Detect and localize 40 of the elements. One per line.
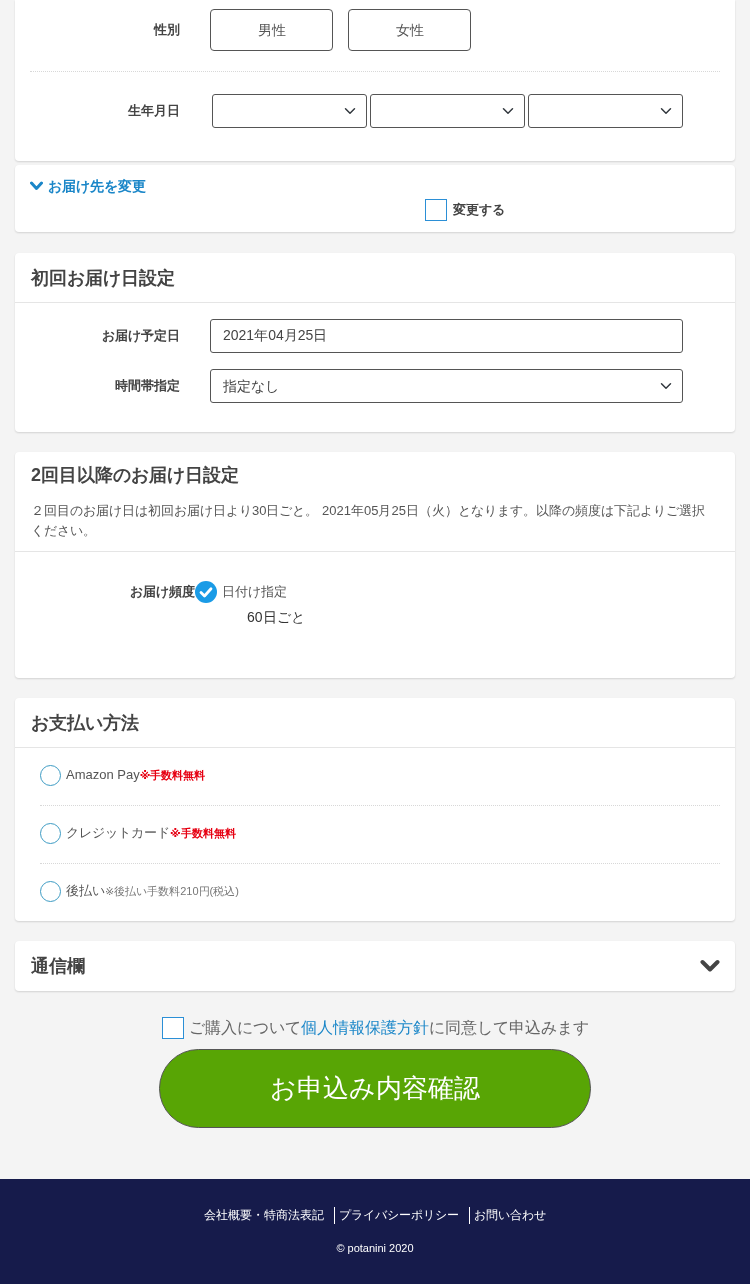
section-title: 初回お届け日設定 xyxy=(31,266,175,289)
chevron-down-icon[interactable] xyxy=(700,959,720,973)
footer-link[interactable]: プライバシーポリシー xyxy=(334,1207,463,1224)
agreement-text: ご購入について個人情報保護方針に同意して申込みます xyxy=(188,1018,589,1038)
fee-note: ※後払い手数料210円(税込) xyxy=(105,885,239,897)
option-button[interactable]: 男性 xyxy=(210,9,333,51)
section-title: 通信欄 xyxy=(31,955,85,977)
section-title: お支払い方法 xyxy=(31,711,139,734)
option-label: Amazon Pay xyxy=(66,767,140,782)
change-address-link[interactable]: お届け先を変更 xyxy=(48,177,146,195)
dropdown-field[interactable]: 指定なし xyxy=(210,369,683,403)
checkbox[interactable] xyxy=(425,199,447,221)
text-input-field[interactable]: 2021年04月25日 xyxy=(210,319,683,353)
option-button[interactable]: 女性 xyxy=(348,9,471,51)
copyright-text: © potanini 2020 xyxy=(336,1241,414,1256)
option-label: クレジットカード xyxy=(66,825,170,840)
check-circle-icon[interactable] xyxy=(195,581,217,603)
option-label: 日付け指定 xyxy=(222,583,287,601)
radio-button[interactable] xyxy=(40,822,61,844)
checkbox[interactable] xyxy=(161,1017,184,1039)
footer-link[interactable]: お問い合わせ xyxy=(469,1207,550,1224)
dropdown-field[interactable] xyxy=(212,94,367,128)
field-label: 性別 xyxy=(152,21,180,39)
field-label: お届け予定日 xyxy=(101,327,180,345)
fee-note: ※手数料無料 xyxy=(139,769,206,781)
field-label: お届け頻度 xyxy=(129,583,195,601)
dropdown-field[interactable] xyxy=(370,94,525,128)
section-title: 2回目以降のお届け日設定 xyxy=(31,464,240,486)
fee-note: ※手数料無料 xyxy=(170,827,236,839)
dropdown-field[interactable] xyxy=(528,94,683,128)
field-label: 時間帯指定 xyxy=(114,377,180,395)
footer-link[interactable]: 会社概要・特商法表記 xyxy=(200,1207,328,1224)
checkbox-label: 変更する xyxy=(453,201,505,219)
description-text: ２回目のお届け日は初回お届け日より30日ごと。 2021年05月25日（火）となります。以降の頻度は下記よりご選択ください。 xyxy=(31,502,706,540)
field-label: 生年月日 xyxy=(127,102,180,120)
frequency-text: 60日ごと xyxy=(247,608,305,626)
privacy-policy-link[interactable]: 個人情報保護方針 xyxy=(300,1019,429,1036)
radio-button[interactable] xyxy=(40,880,61,902)
option-label: 後払い xyxy=(66,883,105,898)
radio-button[interactable] xyxy=(40,764,61,786)
